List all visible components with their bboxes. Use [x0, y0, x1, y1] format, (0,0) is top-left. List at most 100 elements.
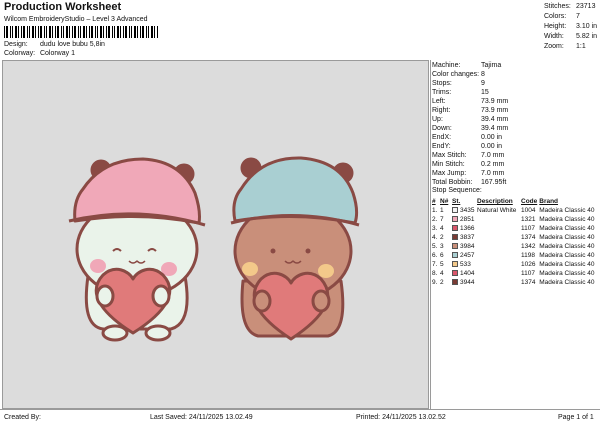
total-bobbin-label: Total Bobbin: — [432, 179, 473, 186]
machine-label: Machine: — [432, 62, 461, 69]
up-label: Up: — [432, 116, 443, 123]
thread-description — [476, 251, 520, 260]
table-row: 6. 6 2457 1198 Madeira Classic 40 — [431, 251, 599, 260]
thread-code: 1374 — [521, 279, 536, 286]
thread-brand: Madeira Classic 40 — [539, 234, 595, 241]
stat-label: Zoom: — [544, 43, 564, 50]
page-number: Page 1 of 1 — [558, 414, 594, 421]
thread-code: 1026 — [521, 261, 536, 268]
needle-number: 4 — [440, 225, 444, 232]
stitch-count: 3944 — [460, 279, 475, 286]
thread-color-swatch — [452, 207, 458, 214]
thread-color-swatch — [452, 270, 458, 277]
col-header: N# — [440, 198, 449, 205]
needle-number: 6 — [440, 252, 444, 259]
stitch-count: 1366 — [460, 225, 475, 232]
needle-number: 3 — [440, 243, 444, 250]
row-number: 7. — [432, 261, 438, 268]
down-label: Down: — [432, 125, 452, 132]
thread-code: 1321 — [521, 216, 536, 223]
thread-brand: Madeira Classic 40 — [539, 279, 595, 286]
trims-label: Trims: — [432, 89, 452, 96]
thread-code: 1107 — [521, 270, 535, 277]
row-number: 2. — [432, 216, 438, 223]
stat-height: Height: 3.10 in — [544, 22, 600, 32]
thread-code: 1198 — [521, 252, 535, 259]
total-bobbin-value: 167.95ft — [481, 179, 507, 186]
stop-sequence-table: # N# St. Description Code Brand 1. 1 3435 N… — [431, 197, 599, 287]
stitch-cell: 3837 — [451, 233, 476, 242]
thread-brand: Madeira Classic 40 — [539, 243, 595, 250]
stat-label: Height: — [544, 23, 567, 30]
stitch-cell: 3984 — [451, 242, 476, 251]
thread-description — [476, 260, 520, 269]
endx-value: 0.00 in — [481, 134, 503, 141]
right-label: Right: — [432, 107, 451, 114]
table-row: 4. 2 3837 1374 Madeira Classic 40 — [431, 233, 599, 242]
stitch-cell: 533 — [451, 260, 476, 269]
colorway-row: Colorway: Colorway 1 — [4, 50, 75, 57]
thread-color-swatch — [452, 261, 458, 268]
colorway-label: Colorway: — [4, 50, 36, 57]
color-changes-label: Color changes: — [432, 71, 480, 78]
table-header-row: # N# St. Description Code Brand — [431, 197, 599, 206]
stat-value: 23713 — [576, 3, 596, 10]
thread-description — [476, 278, 520, 287]
stitch-count: 3435 — [460, 207, 475, 214]
thread-brand: Madeira Classic 40 — [539, 261, 595, 268]
max-jump-value: 7.0 mm — [481, 170, 505, 177]
table-row: 3. 4 1366 1107 Madeira Classic 40 — [431, 224, 599, 233]
row-number: 5. — [432, 243, 438, 250]
row-number: 8. — [432, 270, 438, 277]
thread-color-swatch — [452, 279, 458, 286]
stitch-cell: 2457 — [451, 251, 476, 260]
table-row: 2. 7 2851 1321 Madeira Classic 40 — [431, 215, 599, 224]
page-footer: Created By: Last Saved: 24/11/2025 13.02… — [0, 409, 600, 424]
row-number: 6. — [432, 252, 438, 259]
thread-brand: Madeira Classic 40 — [539, 270, 595, 277]
needle-number: 7 — [440, 216, 444, 223]
endy-label: EndY: — [432, 143, 451, 150]
machine-info-panel: Machine: Tajima Color changes: 8 Stops: 9 T… — [430, 60, 598, 409]
stitch-count: 3837 — [460, 234, 475, 241]
right-value: 73.9 mm — [481, 107, 509, 114]
endx-label: EndX: — [432, 134, 452, 141]
thread-description: Natural White — [477, 207, 517, 214]
stat-value: 5.82 in — [576, 33, 598, 40]
stat-label: Stitches: — [544, 3, 571, 10]
embroidery-design-image — [68, 156, 360, 342]
table-row: 8. 4 1404 1107 Madeira Classic 40 — [431, 269, 599, 278]
stat-label: Colors: — [544, 13, 567, 20]
thread-color-swatch — [452, 252, 458, 259]
thread-code: 1004 — [521, 207, 536, 214]
created-by: Created By: — [4, 414, 41, 421]
thread-code: 1107 — [521, 225, 535, 232]
thread-description — [476, 242, 520, 251]
stitch-cell: 2851 — [451, 215, 476, 224]
stop-sequence-title: Stop Sequence: — [432, 187, 482, 194]
thread-color-swatch — [452, 234, 458, 241]
stops-value: 9 — [481, 80, 485, 87]
table-row: 7. 5 533 1026 Madeira Classic 40 — [431, 260, 599, 269]
thread-color-swatch — [452, 243, 458, 250]
thread-brand: Madeira Classic 40 — [539, 225, 595, 232]
needle-number: 5 — [440, 261, 444, 268]
barcode-image — [4, 26, 158, 38]
stitch-count: 3984 — [460, 243, 475, 250]
stats-panel: Stitches: 23713 Colors: 7 Height: 3.10 in W… — [544, 2, 600, 52]
needle-number: 2 — [440, 279, 444, 286]
min-stitch-label: Min Stitch: — [432, 161, 465, 168]
stitch-cell: 3435 — [451, 206, 476, 215]
thread-brand: Madeira Classic 40 — [539, 252, 595, 259]
thread-code: 1374 — [521, 234, 536, 241]
needle-number: 1 — [440, 207, 444, 214]
brown-bear-figure — [230, 156, 360, 341]
white-bear-figure — [68, 157, 206, 342]
design-preview — [2, 60, 429, 409]
row-number: 9. — [432, 279, 438, 286]
stat-label: Width: — [544, 33, 564, 40]
stitch-cell: 3944 — [451, 278, 476, 287]
down-value: 39.4 mm — [481, 125, 509, 132]
endy-value: 0.00 in — [481, 143, 503, 150]
stitch-cell: 1366 — [451, 224, 476, 233]
